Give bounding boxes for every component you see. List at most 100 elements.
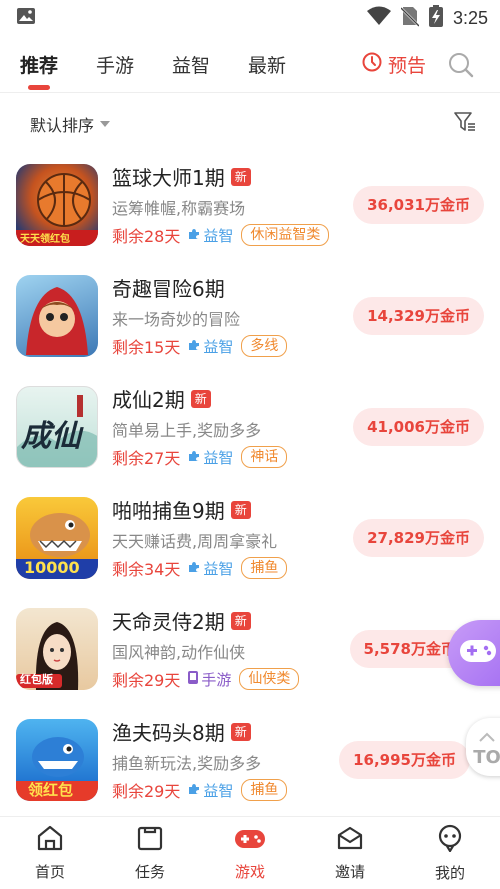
nav-invite[interactable]: 邀请 [310,825,390,882]
icon-caption: 天天领红包 [20,233,70,245]
game-title: 成仙2期 [112,388,185,412]
new-badge: 新 [230,500,251,519]
tab-puzzle[interactable]: 益智 [172,36,210,92]
remaining-days: 剩余29天 [112,782,181,801]
chevron-up-icon [478,726,496,747]
nav-home[interactable]: 首页 [10,825,90,882]
list-item[interactable]: 10000 啪啪捕鱼9期 新 天天赚话费,周周拿豪礼 剩余34天 益智 捕鱼 2… [16,482,500,593]
top-tab-bar: 推荐 手游 益智 最新 预告 [0,36,500,92]
icon-caption: 10000 [24,557,80,577]
reward-button[interactable]: 16,995万金币 [339,740,470,779]
remaining-days: 剩余28天 [112,227,181,246]
puzzle-icon [188,226,200,244]
new-badge: 新 [190,389,211,408]
reward-button[interactable]: 36,031万金币 [353,185,484,224]
tab-mobile-games[interactable]: 手游 [96,36,134,92]
genre-tag: 捕鱼 [241,557,288,579]
list-item[interactable]: 奇趣冒险6期 来一场奇妙的冒险 剩余15天 益智 多线 14,329万金币 [16,260,500,371]
puzzle-icon [188,781,200,799]
bottom-nav: 首页 任务 游戏 邀请 我的 [0,816,500,889]
list-item[interactable]: 天天领红包 篮球大师1期 新 运筹帷幄,称霸赛场 剩余28天 益智 休闲益智类 … [16,149,500,260]
list-item[interactable]: 成仙 成仙2期 新 简单易上手,奖励多多 剩余27天 益智 神话 41,006万… [16,371,500,482]
game-icon-fisherman: 领红包 [16,718,98,801]
icon-caption: 领红包 [28,780,74,799]
game-description: 运筹帷幄,称霸赛场 [112,199,246,218]
game-icon-destiny: 红包版 [16,607,98,690]
game-list: 天天领红包 篮球大师1期 新 运筹帷幄,称霸赛场 剩余28天 益智 休闲益智类 … [0,149,500,815]
tab-latest[interactable]: 最新 [248,36,286,92]
nav-label: 任务 [134,862,165,881]
game-title: 奇趣冒险6期 [112,277,225,301]
category-label: 益智 [188,447,233,468]
divider [0,92,500,93]
game-title: 篮球大师1期 [112,166,225,190]
icon-caption: 成仙 [21,418,81,454]
envelope-icon [336,825,364,855]
remaining-days: 剩余34天 [112,560,181,579]
genre-tag: 捕鱼 [241,779,288,801]
genre-tag: 神话 [241,446,288,468]
nav-games[interactable]: 游戏 [210,825,290,882]
game-title: 啪啪捕鱼9期 [112,499,225,523]
puzzle-icon [188,448,200,466]
category-label: 益智 [188,225,233,246]
reward-button[interactable]: 14,329万金币 [353,296,484,335]
notice-button[interactable]: 预告 [362,36,426,92]
home-icon [36,825,64,855]
no-sim-icon [400,5,420,31]
game-icon-immortal: 成仙 [16,385,98,468]
genre-tag: 休闲益智类 [241,224,330,246]
list-item[interactable]: 红包版 天命灵侍2期 新 国风神韵,动作仙侠 剩余29天 手游 仙侠类 5,57… [16,593,500,704]
game-description: 来一场奇妙的冒险 [112,310,241,329]
remaining-days: 剩余15天 [112,338,181,357]
new-badge: 新 [230,722,251,741]
category-label: 益智 [188,558,233,579]
game-icon-fishing: 10000 [16,496,98,579]
nav-label: 邀请 [334,862,365,881]
genre-tag: 仙侠类 [239,668,300,690]
status-time: 3:25 [452,7,488,28]
tab-recommend[interactable]: 推荐 [20,36,58,92]
gamepad-icon [458,636,498,670]
game-description: 捕鱼新玩法,奖励多多 [112,754,262,773]
notice-label: 预告 [387,54,426,77]
gamepad-icon [234,825,266,855]
game-icon-adventure [16,274,98,357]
category-label: 手游 [188,669,231,690]
nav-label: 首页 [34,862,65,881]
list-item[interactable]: 领红包 渔夫码头8期 新 捕鱼新玩法,奖励多多 剩余29天 益智 捕鱼 16,9… [16,704,500,815]
clock-icon [362,52,382,77]
nav-tasks[interactable]: 任务 [110,825,190,882]
game-description: 天天赚话费,周周拿豪礼 [112,532,278,551]
game-description: 简单易上手,奖励多多 [112,421,262,440]
category-label: 益智 [188,780,233,801]
profile-icon [436,824,464,856]
game-description: 国风神韵,动作仙侠 [112,643,246,662]
battery-charging-icon [428,5,443,31]
search-icon[interactable] [448,52,474,78]
filter-icon[interactable] [454,111,476,137]
game-title: 渔夫码头8期 [112,721,225,745]
game-title: 天命灵侍2期 [112,610,225,634]
sort-label: 默认排序 [30,116,95,135]
reward-button[interactable]: 27,829万金币 [353,518,484,557]
nav-label: 游戏 [234,862,265,881]
task-icon [136,825,164,855]
reward-button[interactable]: 41,006万金币 [353,407,484,446]
nav-profile[interactable]: 我的 [410,824,490,883]
game-icon-basketball: 天天领红包 [16,163,98,246]
image-notification-icon [16,7,36,29]
status-bar: 3:25 [0,0,500,36]
back-to-top-label: TO [473,747,500,768]
sort-dropdown[interactable]: 默认排序 [30,112,111,136]
nav-label: 我的 [434,863,465,882]
puzzle-icon [188,559,200,577]
back-to-top-button[interactable]: TO [466,718,500,776]
genre-tag: 多线 [241,335,288,357]
icon-caption: 红包版 [20,672,53,686]
new-badge: 新 [230,611,251,630]
puzzle-icon [188,337,200,355]
phone-icon [188,670,199,688]
new-badge: 新 [230,167,251,186]
remaining-days: 剩余29天 [112,671,181,690]
